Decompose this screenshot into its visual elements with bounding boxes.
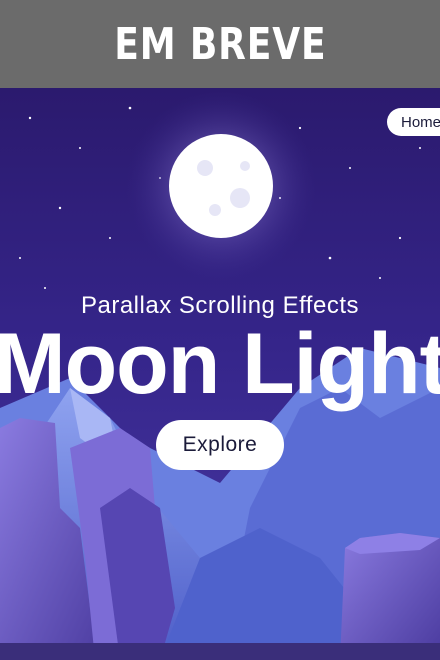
hero-scene: Home Parallax Scrolling Effects Moon Lig…: [0, 88, 440, 660]
nav-home-link[interactable]: Home: [387, 108, 440, 136]
hero-subtitle: Parallax Scrolling Effects: [80, 292, 359, 319]
nav-home-label: Home: [401, 113, 440, 131]
coming-soon-banner: EM BREVE: [0, 0, 440, 88]
banner-text: EM BREVE: [113, 18, 327, 70]
ground: [0, 643, 440, 660]
moon: [169, 134, 273, 238]
explore-button[interactable]: Explore: [156, 420, 284, 470]
right-rock: [340, 533, 440, 660]
hero-title: Moon Light: [0, 316, 440, 412]
